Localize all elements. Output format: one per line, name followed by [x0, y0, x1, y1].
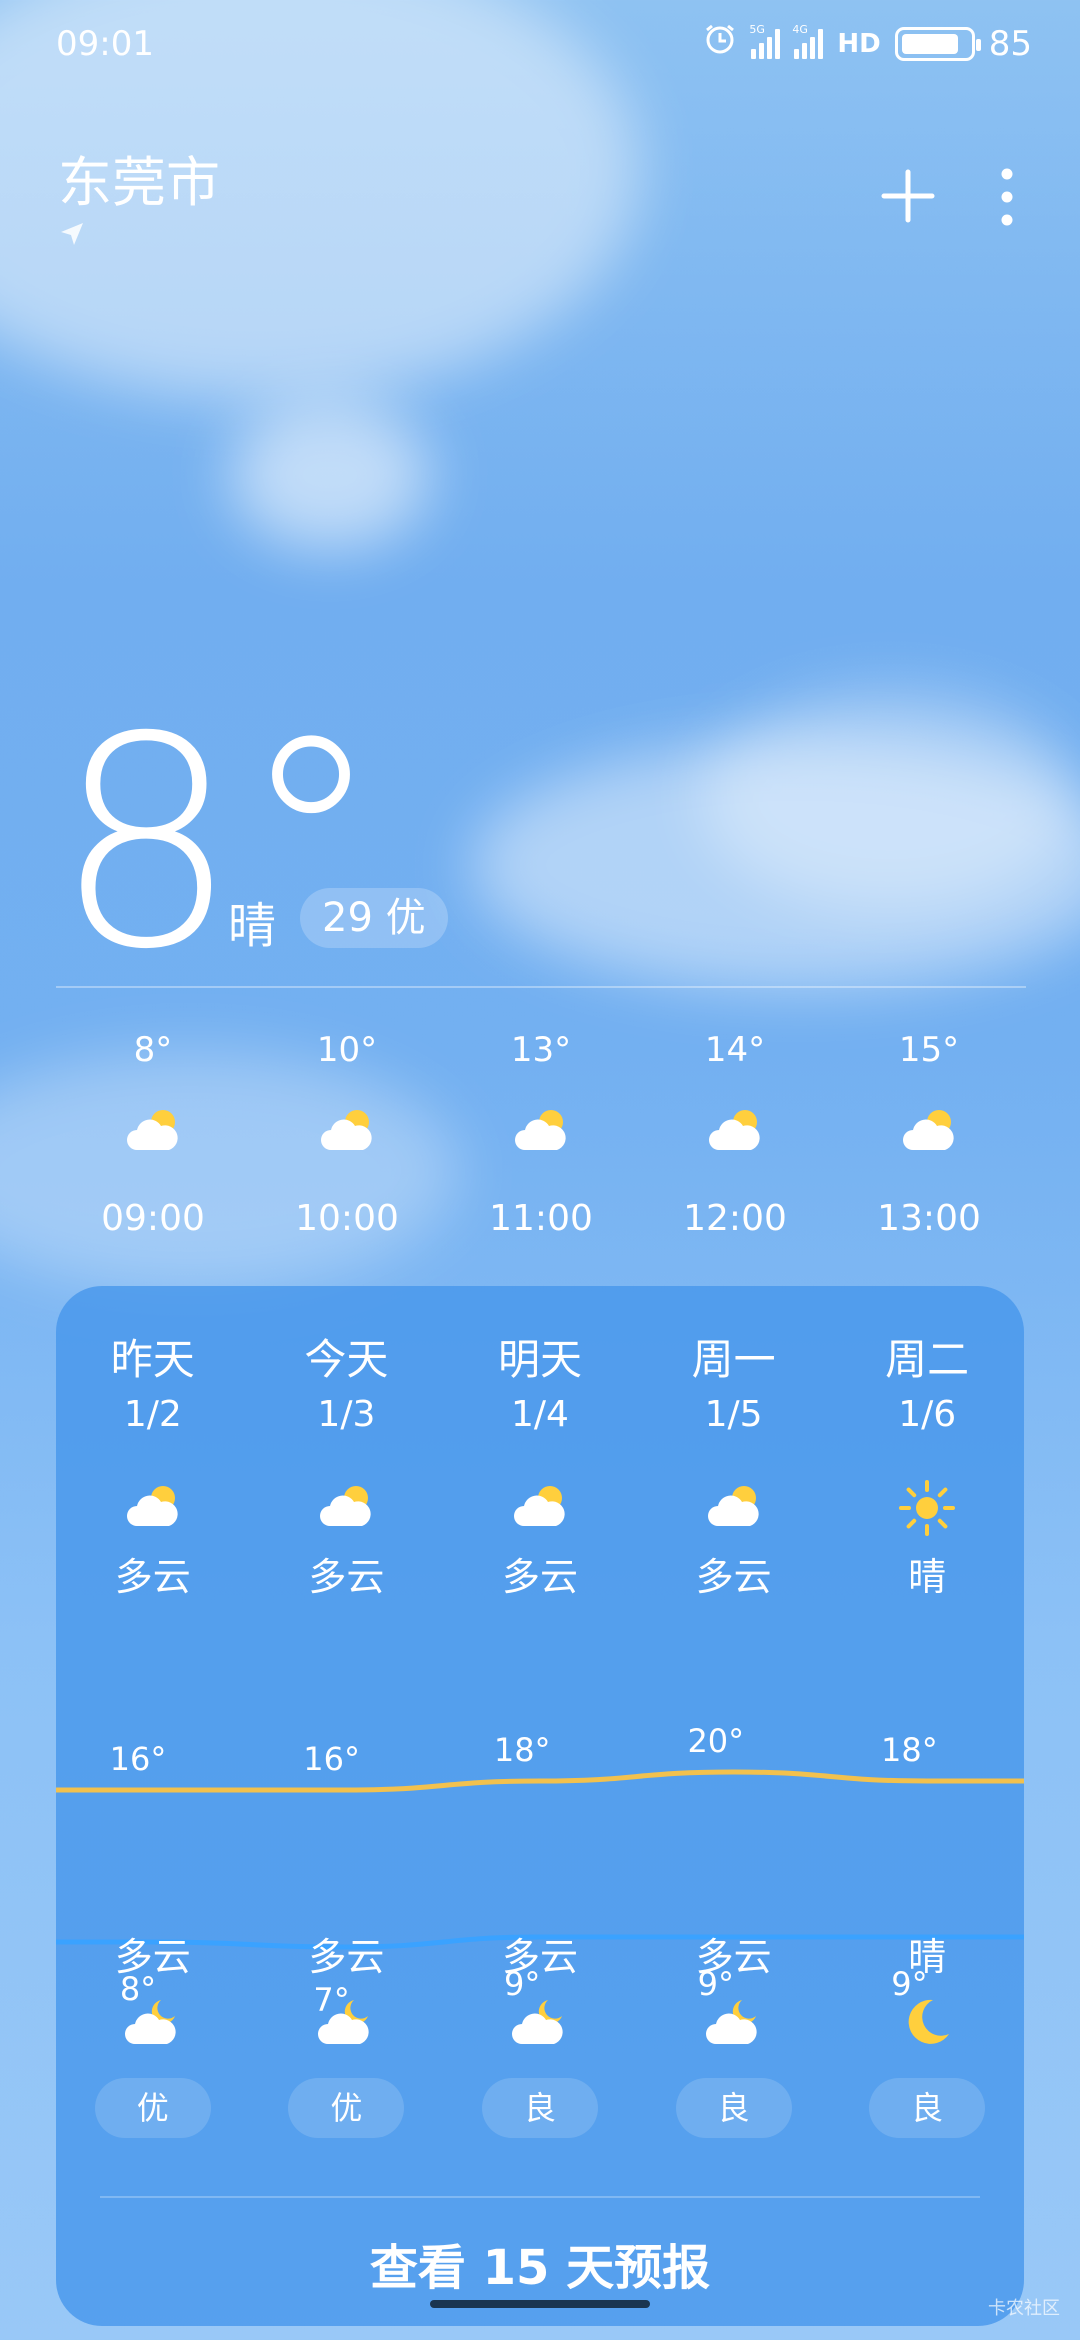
status-icons: 5G 4G HD 85: [703, 22, 1032, 65]
net2-label: 4G: [792, 22, 808, 36]
day-condition: 多云: [501, 1555, 578, 1599]
partly-cloudy-icon: [317, 1102, 377, 1158]
day-condition: 多云: [695, 1555, 772, 1599]
add-city-button[interactable]: [878, 166, 938, 226]
day-date: 1/2: [123, 1394, 182, 1435]
hourly-forecast[interactable]: 8° 09:00 10° 10:00 13° 11:00 14° 12:00 1…: [56, 1030, 1026, 1239]
hourly-time: 09:00: [101, 1198, 205, 1239]
night-item: 多云 良: [443, 1926, 637, 2138]
hourly-time: 10:00: [295, 1198, 399, 1239]
hourly-item: 15° 13:00: [832, 1030, 1026, 1239]
partly-cloudy-icon: [123, 1102, 183, 1158]
hourly-item: 14° 12:00: [638, 1030, 832, 1239]
view-15-day-forecast-button[interactable]: 查看 15 天预报: [56, 2228, 1024, 2298]
current-condition: 晴: [228, 898, 277, 954]
high-temp-label: 16°: [303, 1740, 360, 1778]
aqi-badge: 良: [675, 2078, 792, 2138]
day-name: 周一: [691, 1335, 776, 1384]
day-date: 1/3: [317, 1394, 376, 1435]
cloudy-night-icon: [510, 1994, 570, 2050]
daily-item: 周二 1/6 晴: [830, 1326, 1024, 1601]
divider: [100, 2196, 980, 2198]
high-temp-label: 18°: [494, 1731, 551, 1769]
battery-icon: [894, 26, 981, 61]
partly-cloudy-icon: [704, 1478, 764, 1534]
hourly-time: 13:00: [877, 1198, 981, 1239]
home-indicator[interactable]: [430, 2300, 650, 2308]
partly-cloudy-icon: [511, 1102, 571, 1158]
day-condition: 多云: [114, 1555, 191, 1599]
night-condition: 多云: [114, 1935, 191, 1979]
hourly-time: 11:00: [489, 1198, 593, 1239]
high-temp-label: 16°: [110, 1740, 167, 1778]
aqi-badge: 良: [481, 2078, 598, 2138]
daily-day-row: 昨天 1/2 多云 今天 1/3 多云 明天 1/4 多云 周一 1/5 多云 …: [56, 1326, 1024, 1601]
alarm-icon: [703, 22, 737, 65]
daily-forecast-card[interactable]: 昨天 1/2 多云 今天 1/3 多云 明天 1/4 多云 周一 1/5 多云 …: [56, 1286, 1024, 2326]
daily-item: 今天 1/3 多云: [250, 1326, 444, 1601]
night-condition: 多云: [695, 1935, 772, 1979]
day-name: 明天: [497, 1335, 582, 1384]
hourly-temp: 10°: [316, 1030, 378, 1070]
current-aqi-badge[interactable]: 29 优: [300, 888, 448, 948]
high-temp-line: [56, 1769, 1024, 1793]
cloudy-night-icon: [704, 1994, 764, 2050]
signal-4g-icon: 4G: [792, 23, 824, 59]
daily-item: 明天 1/4 多云: [443, 1326, 637, 1601]
moon-icon: [897, 1994, 957, 2050]
status-time: 09:01: [56, 24, 154, 64]
hourly-temp: 8°: [133, 1030, 173, 1070]
status-bar: 09:01 5G 4G HD 85: [0, 0, 1080, 90]
divider: [56, 986, 1026, 988]
aqi-badge: 优: [94, 2078, 211, 2138]
city-name[interactable]: 东莞市: [58, 138, 220, 217]
more-options-button[interactable]: [992, 162, 1022, 232]
night-condition: 晴: [908, 1935, 947, 1979]
hourly-item: 13° 11:00: [444, 1030, 638, 1239]
night-item: 多云 良: [637, 1926, 831, 2138]
night-item: 多云 优: [56, 1926, 250, 2138]
battery-percent: 85: [988, 23, 1032, 64]
signal-5g-icon: 5G: [749, 23, 781, 59]
cloudy-night-icon: [316, 1994, 376, 2050]
hourly-time: 12:00: [683, 1198, 787, 1239]
high-temp-label: 20°: [687, 1722, 744, 1760]
plus-icon: [881, 169, 935, 223]
high-temp-label: 18°: [881, 1731, 938, 1769]
sun-icon: [897, 1478, 957, 1536]
partly-cloudy-icon: [510, 1478, 570, 1534]
day-name: 昨天: [110, 1335, 195, 1384]
hourly-temp: 15°: [898, 1030, 960, 1070]
night-condition: 多云: [501, 1935, 578, 1979]
day-date: 1/6: [898, 1394, 957, 1435]
hourly-temp: 13°: [510, 1030, 572, 1070]
day-name: 今天: [304, 1335, 389, 1384]
partly-cloudy-icon: [899, 1102, 959, 1158]
partly-cloudy-icon: [123, 1478, 183, 1534]
net1-label: 5G: [749, 22, 765, 36]
daily-night-row: 多云 优 多云 优 多云 良 多云 良 晴 良: [56, 1926, 1024, 2138]
day-condition: 晴: [908, 1555, 947, 1599]
location-arrow-icon: [58, 220, 86, 252]
night-item: 晴 良: [830, 1926, 1024, 2138]
hourly-item: 10° 10:00: [250, 1030, 444, 1239]
partly-cloudy-icon: [705, 1102, 765, 1158]
partly-cloudy-icon: [316, 1478, 376, 1534]
day-date: 1/5: [704, 1394, 763, 1435]
watermark: 卡农社区: [988, 2298, 1060, 2319]
daily-item: 周一 1/5 多云: [637, 1326, 831, 1601]
more-vertical-icon: [1001, 168, 1013, 226]
aqi-badge: 良: [869, 2078, 986, 2138]
day-condition: 多云: [308, 1555, 385, 1599]
hd-label: HD: [837, 28, 881, 59]
hourly-temp: 14°: [704, 1030, 766, 1070]
aqi-badge: 优: [288, 2078, 405, 2138]
hourly-item: 8° 09:00: [56, 1030, 250, 1239]
cloudy-night-icon: [123, 1994, 183, 2050]
day-name: 周二: [885, 1335, 970, 1384]
night-item: 多云 优: [250, 1926, 444, 2138]
day-date: 1/4: [511, 1394, 569, 1435]
night-condition: 多云: [308, 1935, 385, 1979]
daily-item: 昨天 1/2 多云: [56, 1326, 250, 1601]
